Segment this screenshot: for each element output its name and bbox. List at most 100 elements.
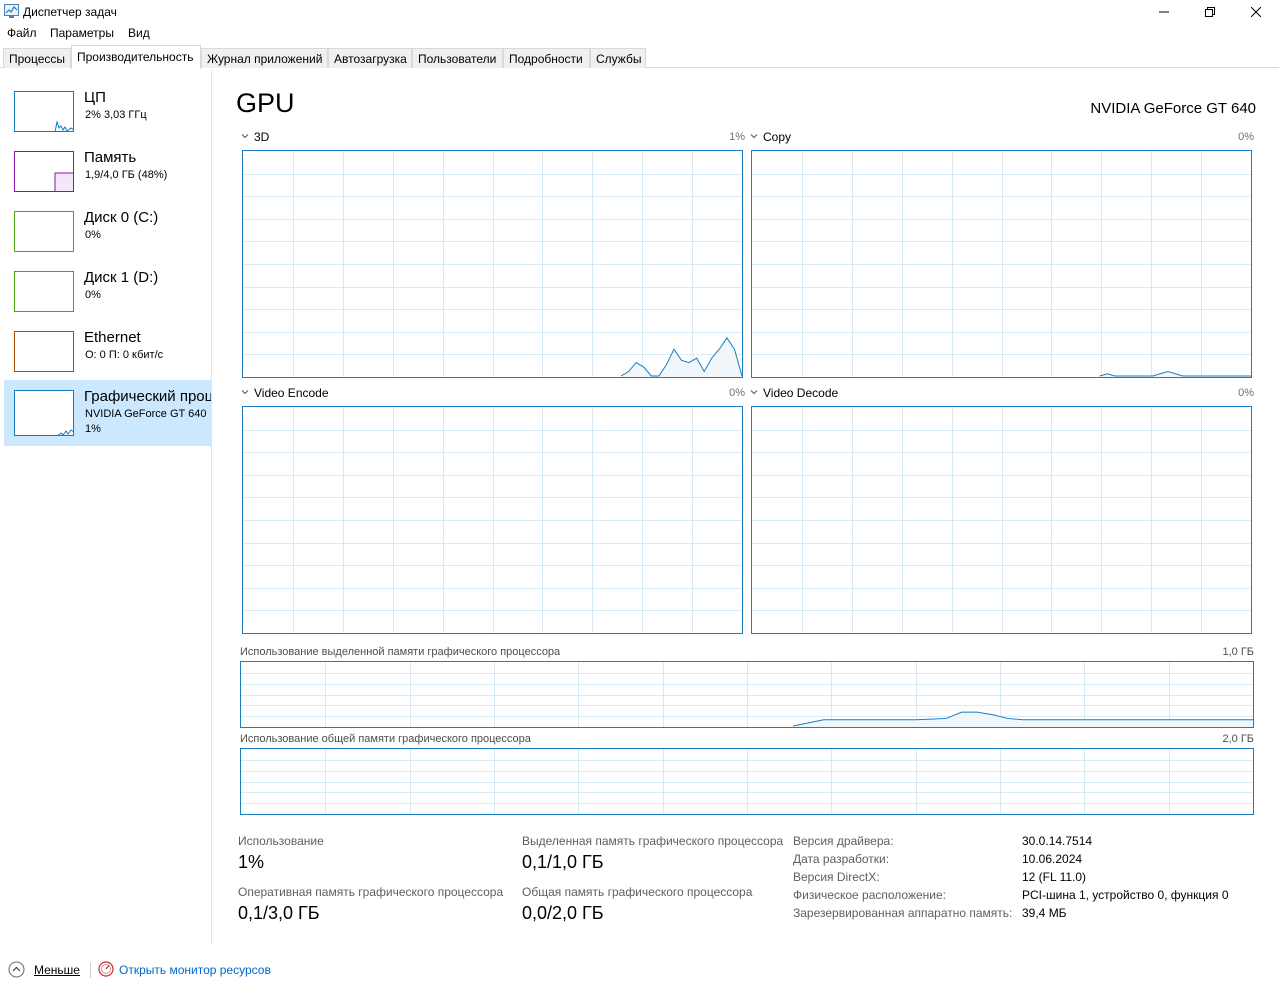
- tab-services[interactable]: Службы: [590, 48, 646, 68]
- memory-thumbnail: [14, 151, 74, 192]
- disk-0-thumbnail: [14, 211, 74, 252]
- graph-canvas: [243, 407, 742, 633]
- shared-memory-stat-label: Общая память графического процессора: [522, 885, 753, 899]
- graph-shared-memory: [240, 748, 1254, 815]
- sidebar-item-value: 1,9/4,0 ГБ (48%): [85, 169, 168, 181]
- sidebar-item-label: Диск 0 (C:): [84, 209, 159, 226]
- restore-button[interactable]: [1187, 0, 1233, 24]
- menu-bar: Файл Параметры Вид: [0, 24, 1279, 44]
- series-area: [621, 337, 742, 377]
- task-manager-icon: [4, 4, 19, 18]
- usage-value: 1%: [238, 852, 265, 872]
- sidebar-item-value: NVIDIA GeForce GT 640: [85, 408, 207, 420]
- sidebar-item-label: Графический процессор 0: [84, 388, 211, 405]
- reserved-memory-value: 39,4 МБ: [1022, 906, 1067, 920]
- menu-options[interactable]: Параметры: [50, 26, 114, 40]
- driver-version-label: Версия драйвера:: [793, 834, 894, 848]
- footer-divider: [90, 962, 91, 978]
- memory-mini-graph: [54, 172, 73, 191]
- physical-location-label: Физическое расположение:: [793, 888, 946, 902]
- tab-startup[interactable]: Автозагрузка: [328, 48, 412, 68]
- usage-label: Использование: [238, 834, 324, 848]
- title-bar: Диспетчер задач: [0, 0, 1279, 24]
- dedicated-memory-max: 1,0 ГБ: [1222, 646, 1254, 658]
- directx-version-label: Версия DirectX:: [793, 870, 880, 884]
- graph-dedicated-memory: [240, 661, 1254, 728]
- graph-canvas: [752, 151, 1251, 377]
- minimize-icon: [1159, 11, 1169, 13]
- cpu-mini-graph: [54, 120, 73, 131]
- sidebar-item-gpu[interactable]: Графический процессор 0 NVIDIA GeForce G…: [4, 380, 211, 446]
- tab-bar: Процессы Производительность Журнал прило…: [0, 45, 1279, 69]
- physical-location-value: PCI-шина 1, устройство 0, функция 0: [1022, 888, 1229, 902]
- engine-label: 3D: [254, 130, 270, 144]
- performance-sidebar: ЦП 2% 3,03 ГГц Память 1,9/4,0 ГБ (48%) Д…: [0, 69, 212, 944]
- sidebar-item-label: Диск 1 (D:): [84, 269, 159, 286]
- dedicated-memory-stat-label: Выделенная память графического процессор…: [522, 834, 784, 848]
- sidebar-item-disk-1[interactable]: Диск 1 (D:) 0%: [4, 261, 211, 323]
- sidebar-item-usage: 1%: [85, 423, 101, 435]
- tab-processes[interactable]: Процессы: [3, 48, 71, 68]
- page-title: GPU: [236, 88, 295, 118]
- footer: Меньше Открыть монитор ресурсов: [0, 952, 1279, 989]
- engine-percent: 0%: [729, 387, 745, 399]
- minimize-button[interactable]: [1141, 0, 1187, 24]
- sidebar-item-value: 2% 3,03 ГГц: [85, 109, 147, 121]
- close-button[interactable]: [1233, 0, 1279, 24]
- reserved-memory-label: Зарезервированная аппаратно память:: [793, 906, 1013, 920]
- window-title: Диспетчер задач: [23, 5, 117, 19]
- fewer-details-button[interactable]: Меньше: [34, 963, 80, 977]
- gpu-thumbnail: [14, 390, 74, 436]
- cpu-thumbnail: [14, 91, 74, 132]
- graph-canvas: [241, 662, 1253, 727]
- disk-1-thumbnail: [14, 271, 74, 312]
- shared-memory-max: 2,0 ГБ: [1222, 733, 1254, 745]
- restore-icon: [1205, 7, 1215, 17]
- gpu-mini-graph: [57, 429, 73, 435]
- tab-details[interactable]: Подробности: [503, 48, 590, 68]
- sidebar-item-cpu[interactable]: ЦП 2% 3,03 ГГц: [4, 81, 211, 143]
- sidebar-item-value: 0%: [85, 289, 101, 301]
- tab-performance[interactable]: Производительность: [71, 45, 201, 69]
- graph-copy: [751, 150, 1252, 378]
- graph-canvas: [243, 151, 742, 377]
- tab-users[interactable]: Пользователи: [412, 48, 503, 68]
- sidebar-item-disk-0[interactable]: Диск 0 (C:) 0%: [4, 201, 211, 263]
- engine-selector-video-encode[interactable]: Video Encode: [241, 386, 329, 400]
- sidebar-item-ethernet[interactable]: Ethernet О: 0 П: 0 кбит/с: [4, 321, 211, 383]
- resource-monitor-icon[interactable]: [98, 961, 114, 977]
- open-resource-monitor-link[interactable]: Открыть монитор ресурсов: [119, 963, 271, 977]
- tab-app-history[interactable]: Журнал приложений: [201, 48, 328, 68]
- close-icon: [1251, 7, 1261, 17]
- chevron-down-icon: [750, 390, 758, 395]
- gpu-ram-value: 0,1/3,0 ГБ: [238, 903, 320, 923]
- engine-selector-video-decode[interactable]: Video Decode: [750, 386, 838, 400]
- sidebar-item-value: О: 0 П: 0 кбит/с: [85, 349, 164, 361]
- ethernet-thumbnail: [14, 331, 74, 372]
- shared-memory-stat-value: 0,0/2,0 ГБ: [522, 903, 604, 923]
- driver-date-label: Дата разработки:: [793, 852, 890, 866]
- engine-selector-3d[interactable]: 3D: [241, 130, 269, 144]
- directx-version-value: 12 (FL 11.0): [1022, 870, 1087, 884]
- menu-file[interactable]: Файл: [7, 26, 37, 40]
- graph-canvas: [752, 407, 1251, 633]
- dedicated-memory-label: Использование выделенной памяти графичес…: [240, 646, 561, 658]
- engine-percent: 0%: [1238, 131, 1254, 143]
- engine-label: Copy: [763, 130, 792, 144]
- chevron-down-icon: [241, 390, 249, 395]
- engine-percent: 0%: [1238, 387, 1254, 399]
- chevron-up-circle-icon[interactable]: [8, 961, 25, 978]
- sidebar-item-label: Память: [84, 149, 137, 166]
- graph-video-encode: [242, 406, 743, 634]
- driver-date-value: 10.06.2024: [1022, 852, 1083, 866]
- gpu-name: NVIDIA GeForce GT 640: [1090, 100, 1256, 117]
- sidebar-item-value: 0%: [85, 229, 101, 241]
- menu-view[interactable]: Вид: [128, 26, 150, 40]
- graph-3d: [242, 150, 743, 378]
- driver-version-value: 30.0.14.7514: [1022, 834, 1093, 848]
- chevron-down-icon: [750, 134, 758, 139]
- engine-selector-copy[interactable]: Copy: [750, 130, 791, 144]
- engine-label: Video Encode: [254, 386, 329, 400]
- dedicated-memory-stat-value: 0,1/1,0 ГБ: [522, 852, 604, 872]
- sidebar-item-memory[interactable]: Память 1,9/4,0 ГБ (48%): [4, 141, 211, 203]
